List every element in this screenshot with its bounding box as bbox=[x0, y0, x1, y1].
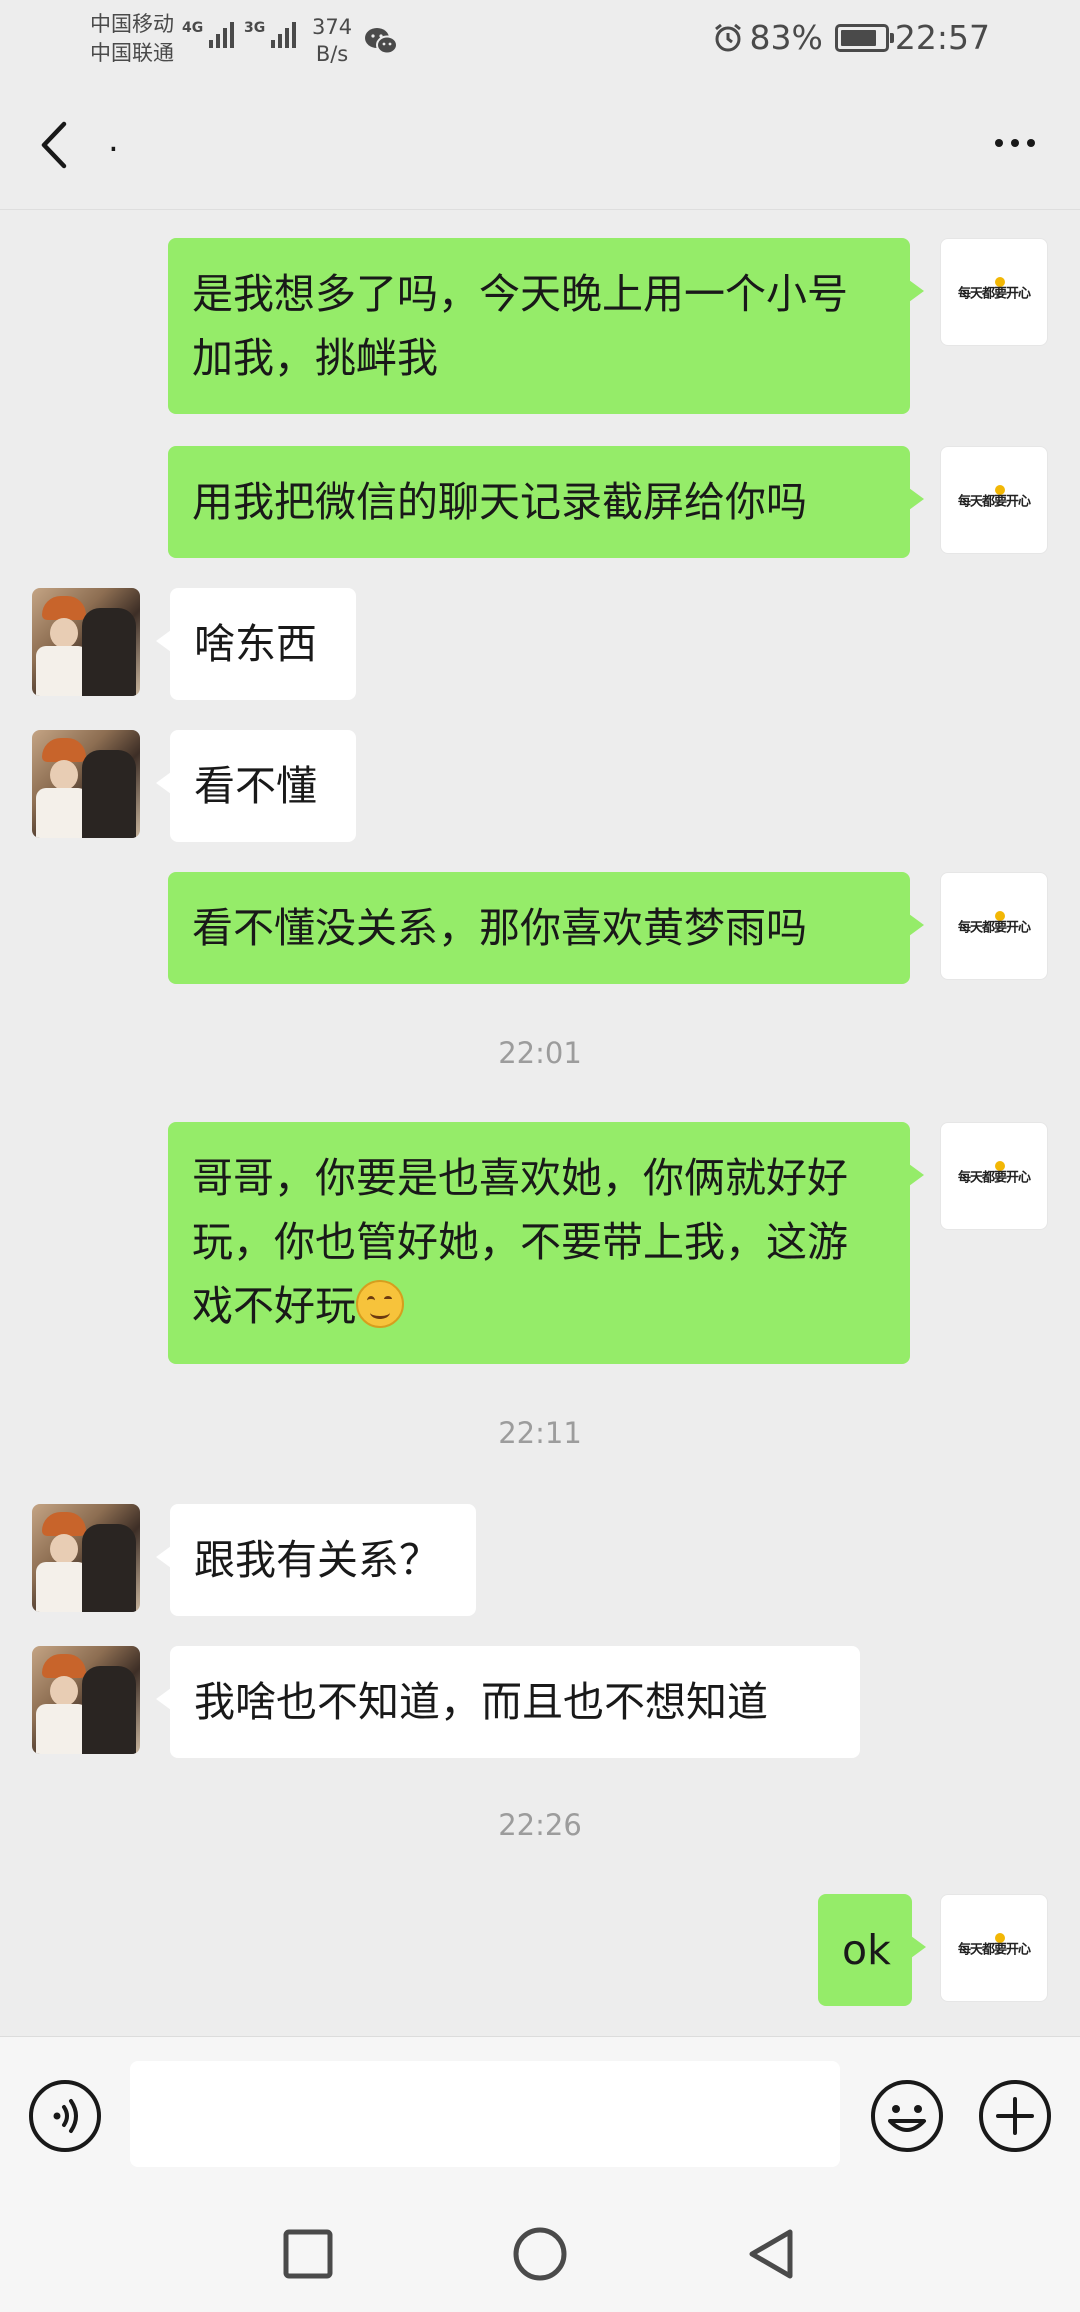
self-avatar[interactable]: 每天都要开心 bbox=[940, 872, 1048, 980]
friend-avatar[interactable] bbox=[32, 1646, 140, 1754]
system-nav-bar bbox=[0, 2198, 1080, 2312]
incoming-message[interactable]: 看不懂 bbox=[156, 730, 356, 842]
net-speed-unit: B/s bbox=[315, 42, 349, 66]
friend-avatar[interactable] bbox=[32, 1504, 140, 1612]
net-speed-value: 374 bbox=[312, 15, 353, 39]
incoming-message[interactable]: 我啥也不知道，而且也不想知道 bbox=[156, 1646, 860, 1758]
status-right: 83% 22:57 bbox=[712, 18, 990, 57]
outgoing-message[interactable]: 哥哥，你要是也喜欢她，你俩就好好玩，你也管好她，不要带上我，这游戏不好玩 bbox=[168, 1122, 924, 1364]
self-avatar[interactable]: 每天都要开心 bbox=[940, 238, 1048, 346]
message-text: 用我把微信的聊天记录截屏给你吗 bbox=[192, 478, 807, 526]
message-text: 看不懂没关系，那你喜欢黄梦雨吗 bbox=[192, 904, 807, 952]
self-avatar[interactable]: 每天都要开心 bbox=[940, 446, 1048, 554]
battery-percent: 83% bbox=[749, 18, 823, 57]
message-text: 跟我有关系？ bbox=[194, 1536, 440, 1584]
emoji-icon[interactable] bbox=[870, 2079, 944, 2153]
wechat-notification-icon bbox=[365, 28, 398, 55]
input-bar bbox=[0, 2036, 1080, 2198]
outgoing-message[interactable]: ok bbox=[818, 1894, 926, 2006]
circle-icon[interactable] bbox=[508, 2222, 572, 2286]
plus-icon[interactable] bbox=[978, 2079, 1052, 2153]
net-speed: 374 B/s bbox=[312, 14, 352, 68]
self-avatar[interactable]: 每天都要开心 bbox=[940, 1122, 1048, 1230]
triangle-back-icon[interactable] bbox=[740, 2222, 804, 2286]
message-text: ok bbox=[842, 1926, 891, 1974]
clock: 22:57 bbox=[894, 18, 990, 57]
carrier-1: 中国移动 bbox=[90, 12, 174, 36]
chevron-left-icon[interactable] bbox=[28, 110, 98, 180]
carrier-info: 中国移动 中国联通 bbox=[90, 10, 174, 68]
self-avatar-text: 每天都要开心 bbox=[957, 1170, 1031, 1186]
battery-icon bbox=[834, 23, 894, 52]
signal-2-tag: 3G bbox=[244, 20, 266, 36]
signal-1-icon: 4G bbox=[182, 20, 235, 48]
incoming-message[interactable]: 跟我有关系？ bbox=[156, 1504, 476, 1616]
square-icon[interactable] bbox=[276, 2222, 340, 2286]
timestamp: 22:11 bbox=[498, 1416, 582, 1450]
incoming-message[interactable]: 啥东西 bbox=[156, 588, 356, 700]
smile-emoji-icon bbox=[356, 1280, 404, 1328]
self-avatar-text: 每天都要开心 bbox=[957, 920, 1031, 936]
self-avatar-text: 每天都要开心 bbox=[957, 1942, 1031, 1958]
outgoing-message[interactable]: 是我想多了吗，今天晚上用一个小号加我，挑衅我 bbox=[168, 238, 924, 414]
outgoing-message[interactable]: 看不懂没关系，那你喜欢黄梦雨吗 bbox=[168, 872, 924, 984]
self-avatar-text: 每天都要开心 bbox=[957, 494, 1031, 510]
friend-avatar[interactable] bbox=[32, 588, 140, 696]
alarm-icon bbox=[714, 23, 741, 51]
signal-1-tag: 4G bbox=[182, 20, 204, 36]
voice-icon[interactable] bbox=[28, 2079, 102, 2153]
timestamp: 22:26 bbox=[498, 1808, 582, 1842]
more-dots-icon[interactable] bbox=[980, 118, 1050, 168]
message-text: 看不懂 bbox=[194, 762, 317, 810]
message-text: 啥东西 bbox=[194, 620, 317, 668]
chat-title: . bbox=[108, 120, 119, 160]
message-text: 我啥也不知道，而且也不想知道 bbox=[194, 1678, 768, 1726]
message-text: 是我想多了吗，今天晚上用一个小号加我，挑衅我 bbox=[192, 270, 848, 382]
signal-2-icon: 3G bbox=[244, 20, 297, 48]
timestamp: 22:01 bbox=[498, 1036, 582, 1070]
chat-header: . bbox=[0, 80, 1080, 210]
message-input[interactable] bbox=[130, 2061, 840, 2167]
message-text: 哥哥，你要是也喜欢她，你俩就好好玩，你也管好她，不要带上我，这游戏不好玩 bbox=[192, 1154, 848, 1330]
status-bar: 中国移动 中国联通 4G 3G 374 B/s 83% 22:57 bbox=[0, 0, 1080, 80]
self-avatar-text: 每天都要开心 bbox=[957, 286, 1031, 302]
outgoing-message[interactable]: 用我把微信的聊天记录截屏给你吗 bbox=[168, 446, 924, 558]
self-avatar[interactable]: 每天都要开心 bbox=[940, 1894, 1048, 2002]
carrier-2: 中国联通 bbox=[90, 41, 174, 65]
friend-avatar[interactable] bbox=[32, 730, 140, 838]
